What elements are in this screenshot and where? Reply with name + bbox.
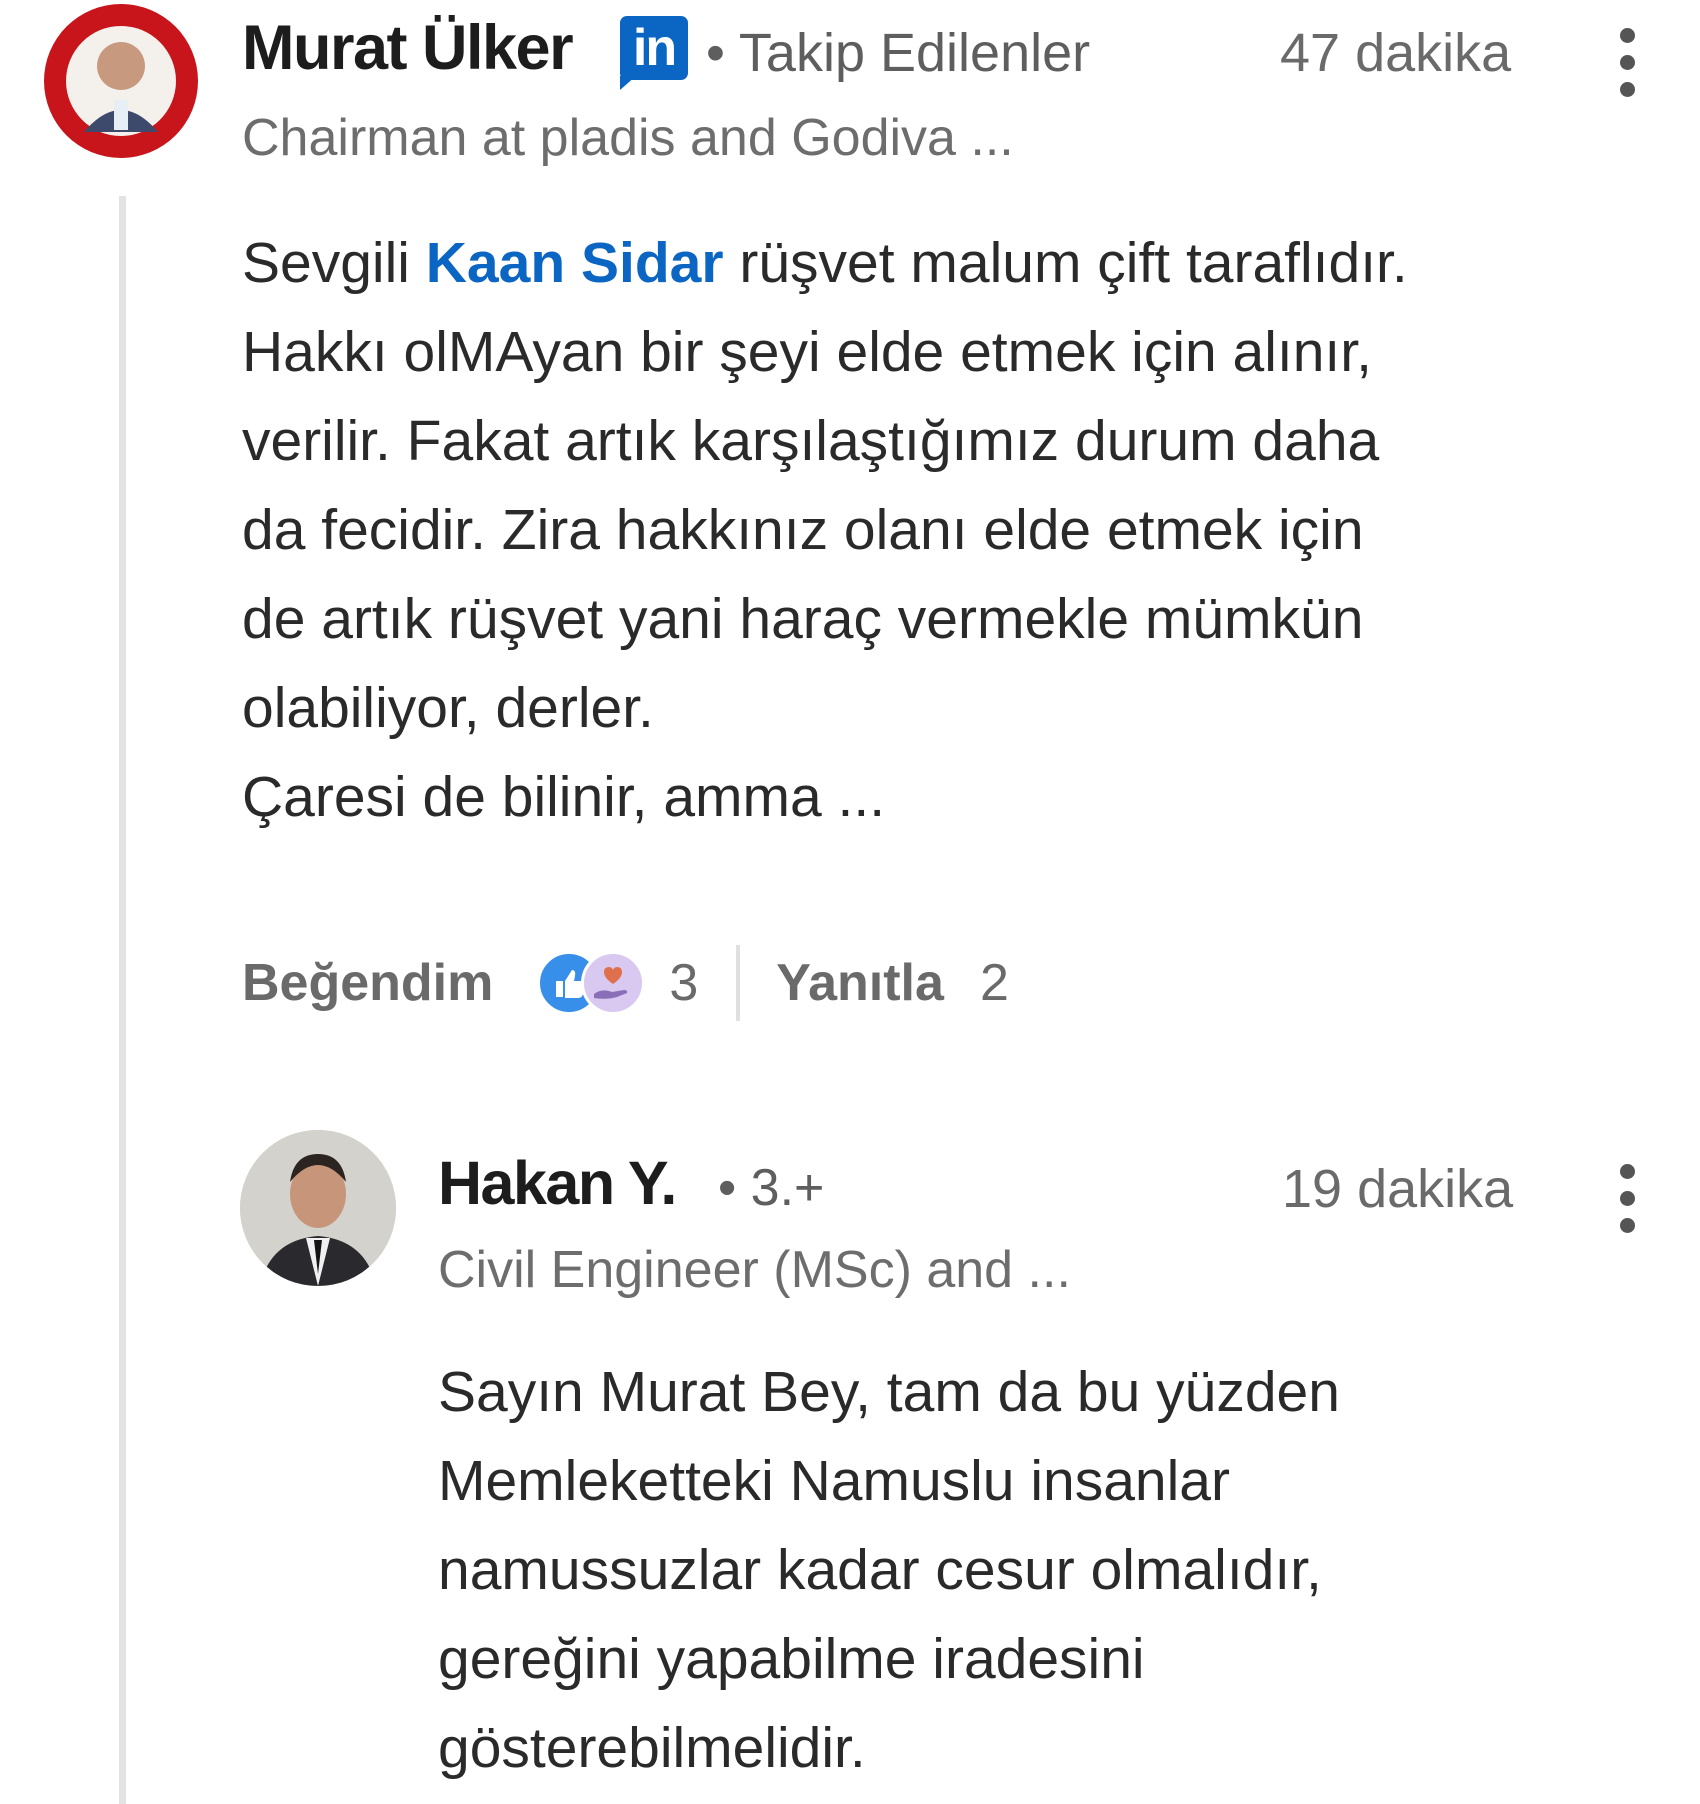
like-button[interactable]: Beğendim — [242, 953, 493, 1013]
comment-line: Çaresi de bilinir, amma ... — [242, 765, 886, 829]
linkedin-influencer-icon: in — [620, 16, 688, 80]
reply-body: Sayın Murat Bey, tam da bu yüzden Memlek… — [438, 1348, 1340, 1793]
reply-count[interactable]: 2 — [980, 953, 1009, 1013]
comment-line: Sevgili Kaan Sidar rüşvet malum çift tar… — [242, 219, 1408, 308]
reply-line: Sayın Murat Bey, tam da bu yüzden — [438, 1360, 1340, 1424]
comment-line: olabiliyor, derler. — [242, 676, 654, 740]
reply-line: Memleketteki Namuslu insanlar — [438, 1449, 1230, 1513]
more-options-icon[interactable] — [1620, 28, 1636, 109]
comment-line: de artık rüşvet yani haraç vermekle mümk… — [242, 587, 1364, 651]
author-avatar[interactable] — [44, 4, 198, 158]
reply-author-avatar[interactable] — [240, 1130, 396, 1286]
avatar-photo — [84, 42, 158, 132]
reaction-count: 3 — [669, 954, 699, 1012]
comment-body: Sevgili Kaan Sidar rüşvet malum çift tar… — [242, 219, 1408, 842]
reactions-summary[interactable]: 3 — [537, 951, 698, 1015]
author-name[interactable]: Murat Ülker — [242, 12, 574, 84]
comment-actions: Beğendim 3 Yanıtla 2 — [242, 945, 1009, 1021]
reply-time: 19 dakika — [1282, 1159, 1514, 1219]
support-icon — [581, 951, 646, 1015]
reply-line: gereğini yapabilme iradesini — [438, 1627, 1145, 1691]
reply-author-headline: Civil Engineer (MSc) and ... — [438, 1241, 1071, 1299]
comment-line: da fecidir. Zira hakkınız olanı elde etm… — [242, 498, 1364, 562]
comment-text: rüşvet malum çift taraflıdır. — [723, 231, 1408, 295]
thread-line — [119, 196, 126, 1804]
follow-status: • Takip Edilenler — [706, 23, 1091, 83]
reply-author-name[interactable]: Hakan Y. — [438, 1148, 677, 1218]
reply-more-options-icon[interactable] — [1620, 1164, 1636, 1245]
reply-line: gösterebilmelidir. — [438, 1716, 866, 1780]
author-headline: Chairman at pladis and Godiva ... — [242, 109, 1014, 167]
reply-avatar-photo — [240, 1130, 396, 1286]
reply-line: namussuzlar kadar cesur olmalıdır, — [438, 1538, 1322, 1602]
comment-text: Sevgili — [242, 231, 426, 295]
comment-time: 47 dakika — [1280, 23, 1512, 83]
linkedin-badge-tail — [620, 76, 636, 90]
reply-button[interactable]: Yanıtla — [776, 953, 944, 1013]
actions-divider — [736, 945, 741, 1021]
comment-line: verilir. Fakat artık karşılaştığımız dur… — [242, 409, 1380, 473]
mention-link[interactable]: Kaan Sidar — [426, 231, 724, 295]
comment-line: Hakkı olMAyan bir şeyi elde etmek için a… — [242, 320, 1372, 384]
connection-degree: • 3.+ — [718, 1159, 825, 1217]
